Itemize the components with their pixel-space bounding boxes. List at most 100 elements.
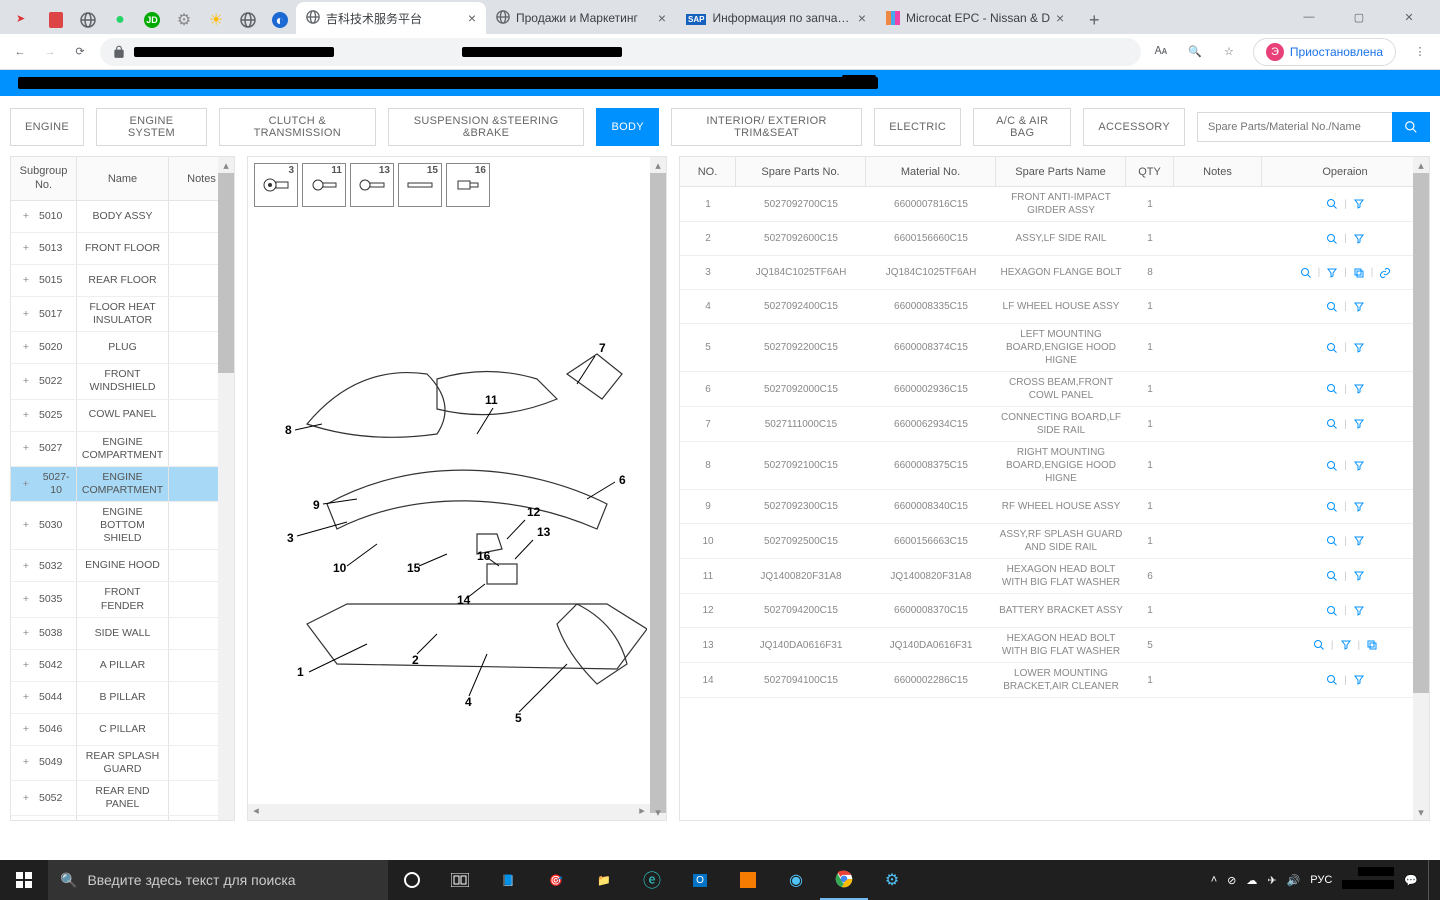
cortana-icon[interactable] <box>388 860 436 900</box>
pinned-tab[interactable]: JD <box>136 6 168 34</box>
part-row[interactable]: 5 5027092200C15 6600008374C15 LEFT MOUNT… <box>680 324 1429 372</box>
category-button[interactable]: ENGINE <box>10 108 84 146</box>
expand-icon[interactable]: + <box>21 375 31 388</box>
part-row[interactable]: 11 JQ1400820F31A8 JQ1400820F31A8 HEXAGON… <box>680 559 1429 594</box>
category-button[interactable]: A/C & AIR BAG <box>973 108 1071 146</box>
chrome-icon[interactable] <box>820 860 868 900</box>
category-button[interactable]: BODY <box>596 108 658 146</box>
part-row[interactable]: 6 5027092000C15 6600002936C15 CROSS BEAM… <box>680 372 1429 407</box>
subgroup-row[interactable]: +5044 B PILLAR <box>11 682 234 714</box>
op-filter-icon[interactable] <box>1351 499 1367 515</box>
close-button[interactable]: ✕ <box>1386 2 1432 32</box>
part-row[interactable]: 14 5027094100C15 6600002286C15 LOWER MOU… <box>680 663 1429 698</box>
op-filter-icon[interactable] <box>1351 568 1367 584</box>
close-tab-icon[interactable]: × <box>468 10 476 26</box>
op-filter-icon[interactable] <box>1351 299 1367 315</box>
category-button[interactable]: ACCESSORY <box>1083 108 1185 146</box>
h-scrollbar[interactable]: ◂▸ <box>248 804 650 820</box>
outlook-icon[interactable]: O <box>676 860 724 900</box>
op-search-icon[interactable] <box>1324 672 1340 688</box>
menu-button[interactable]: ⋮ <box>1410 42 1430 62</box>
star-icon[interactable]: ☆ <box>1219 42 1239 62</box>
op-filter-icon[interactable] <box>1324 265 1340 281</box>
browser-tab[interactable]: 吉科技术服务平台 × <box>296 2 486 34</box>
expand-icon[interactable]: + <box>21 659 31 672</box>
part-row[interactable]: 9 5027092300C15 6600008340C15 RF WHEEL H… <box>680 490 1429 524</box>
tray-chevron[interactable]: ˄ <box>1211 874 1217 886</box>
pinned-tab[interactable]: ➤ <box>8 6 40 34</box>
app-icon[interactable]: 🎯 <box>532 860 580 900</box>
close-tab-icon[interactable]: × <box>1056 10 1064 26</box>
pinned-tab[interactable]: ⚙ <box>168 6 200 34</box>
category-button[interactable]: SUSPENSION &STEERING &BRAKE <box>388 108 585 146</box>
expand-icon[interactable]: + <box>21 409 31 422</box>
op-filter-icon[interactable] <box>1351 533 1367 549</box>
app-icon[interactable]: ◉ <box>772 860 820 900</box>
expand-icon[interactable]: + <box>21 478 30 491</box>
taskbar-search[interactable]: 🔍 Введите здесь текст для поиска <box>48 860 388 900</box>
search-button[interactable] <box>1392 112 1430 142</box>
close-tab-icon[interactable]: × <box>658 10 666 26</box>
scrollbar[interactable]: ▴ ▾ <box>650 157 666 820</box>
op-filter-icon[interactable] <box>1351 603 1367 619</box>
expand-icon[interactable]: + <box>21 442 31 455</box>
part-row[interactable]: 13 JQ140DA0616F31 JQ140DA0616F31 HEXAGON… <box>680 628 1429 663</box>
pinned-tab[interactable] <box>232 6 264 34</box>
subgroup-row[interactable]: +5017 FLOOR HEAT INSULATOR <box>11 297 234 332</box>
op-copy-icon[interactable] <box>1364 637 1380 653</box>
settings-icon[interactable]: ⚙ <box>868 860 916 900</box>
callout-thumb[interactable]: 15 <box>398 163 442 207</box>
op-link-icon[interactable] <box>1377 265 1393 281</box>
pinned-tab[interactable]: ◐ <box>264 6 296 34</box>
pinned-tab[interactable]: ● <box>104 6 136 34</box>
expand-icon[interactable]: + <box>21 792 31 805</box>
maximize-button[interactable]: ▢ <box>1336 2 1382 32</box>
part-row[interactable]: 10 5027092500C15 6600156663C15 ASSY,RF S… <box>680 524 1429 559</box>
subgroup-row[interactable]: +5013 FRONT FLOOR <box>11 233 234 265</box>
subgroup-row[interactable]: +5046 C PILLAR <box>11 714 234 746</box>
expand-icon[interactable]: + <box>21 691 31 704</box>
forward-button[interactable]: → <box>40 42 60 62</box>
part-row[interactable]: 8 5027092100C15 6600008375C15 RIGHT MOUN… <box>680 442 1429 490</box>
part-row[interactable]: 4 5027092400C15 6600008335C15 LF WHEEL H… <box>680 290 1429 324</box>
part-row[interactable]: 1 5027092700C15 6600007816C15 FRONT ANTI… <box>680 187 1429 222</box>
subgroup-row[interactable]: +5022 FRONT WINDSHIELD <box>11 364 234 399</box>
expand-icon[interactable]: + <box>21 274 31 287</box>
pinned-tab[interactable]: ☀ <box>200 6 232 34</box>
lang-indicator[interactable]: РУС <box>1310 874 1332 886</box>
expand-icon[interactable]: + <box>21 593 31 606</box>
tray-icon[interactable]: ☁ <box>1246 874 1257 887</box>
op-filter-icon[interactable] <box>1351 340 1367 356</box>
op-filter-icon[interactable] <box>1338 637 1354 653</box>
op-copy-icon[interactable] <box>1351 265 1367 281</box>
category-button[interactable]: INTERIOR/ EXTERIOR TRIM&SEAT <box>671 108 862 146</box>
op-search-icon[interactable] <box>1298 265 1314 281</box>
op-search-icon[interactable] <box>1324 299 1340 315</box>
op-filter-icon[interactable] <box>1351 458 1367 474</box>
scrollbar[interactable]: ▴ <box>218 157 234 820</box>
part-row[interactable]: 3 JQ184C1025TF6AH JQ184C1025TF6AH HEXAGO… <box>680 256 1429 290</box>
subgroup-row[interactable]: +5058 REAR WINDSHI <box>11 816 234 820</box>
start-button[interactable] <box>0 860 48 900</box>
op-search-icon[interactable] <box>1324 533 1340 549</box>
subgroup-row[interactable]: +5025 COWL PANEL <box>11 400 234 432</box>
browser-tab[interactable]: Продажи и Маркетинг × <box>486 2 676 34</box>
reload-button[interactable]: ⟳ <box>70 42 90 62</box>
translate-icon[interactable]: 🗛 <box>1151 42 1171 62</box>
subgroup-row[interactable]: +5027 ENGINE COMPARTMENT <box>11 432 234 467</box>
callout-thumb[interactable]: 16 <box>446 163 490 207</box>
subgroup-row[interactable]: +5049 REAR SPLASH GUARD <box>11 746 234 781</box>
callout-thumb[interactable]: 11 <box>302 163 346 207</box>
pinned-tab[interactable] <box>40 6 72 34</box>
expand-icon[interactable]: + <box>21 723 31 736</box>
callout-thumb[interactable]: 3 <box>254 163 298 207</box>
tray-icon[interactable]: ⊘ <box>1227 874 1236 887</box>
back-button[interactable]: ← <box>10 42 30 62</box>
explorer-icon[interactable]: 📁 <box>580 860 628 900</box>
subgroup-row[interactable]: +5042 A PILLAR <box>11 650 234 682</box>
op-search-icon[interactable] <box>1324 458 1340 474</box>
expand-icon[interactable]: + <box>21 308 31 321</box>
subgroup-row[interactable]: +5027-10 ENGINE COMPARTMENT <box>11 467 234 502</box>
op-search-icon[interactable] <box>1324 603 1340 619</box>
part-row[interactable]: 2 5027092600C15 6600156660C15 ASSY,LF SI… <box>680 222 1429 256</box>
